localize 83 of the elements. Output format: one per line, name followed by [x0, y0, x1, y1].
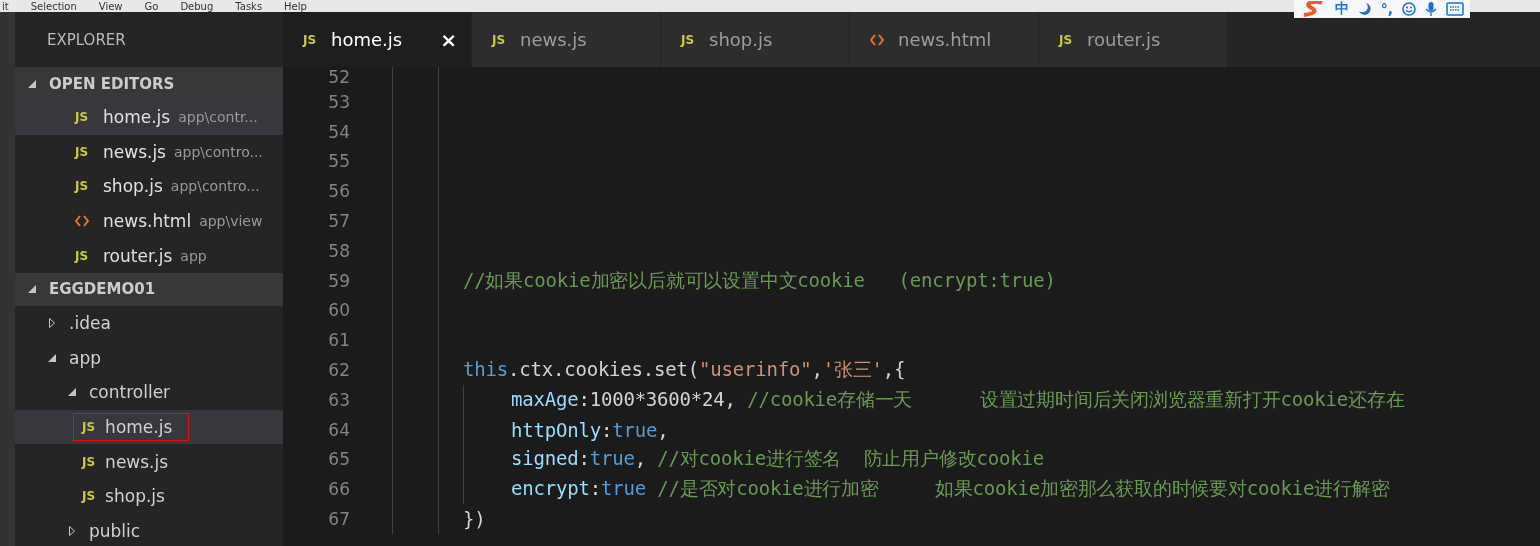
- line-number: 61: [327, 330, 350, 351]
- tree-item[interactable]: public: [15, 513, 283, 546]
- line-number: 55: [327, 151, 350, 172]
- keyboard-icon[interactable]: [1446, 2, 1464, 16]
- js-file-icon: JS: [681, 33, 695, 46]
- js-file-icon: JS: [82, 490, 96, 503]
- file-label: JS news.js: [80, 450, 170, 474]
- line-number: 64: [327, 419, 350, 440]
- collapsed-triangle-icon[interactable]: [69, 525, 75, 536]
- code-line: encrypt:true //是否对cookie进行加密 如果cookie加密那么获取的时候要对cookie进行解密: [511, 476, 1390, 502]
- menu-item[interactable]: View: [98, 1, 123, 12]
- menu-item[interactable]: it: [2, 1, 9, 12]
- menu-item[interactable]: Help: [284, 1, 307, 12]
- js-file-icon: JS: [492, 33, 506, 46]
- line-number: 66: [327, 479, 350, 500]
- open-editor-item[interactable]: news.html app\view: [15, 203, 283, 239]
- punctuation-label[interactable]: °,: [1380, 1, 1393, 17]
- editor-tab[interactable]: JS news.js: [472, 12, 661, 67]
- collapsed-triangle-icon[interactable]: [49, 318, 55, 329]
- moon-icon[interactable]: [1357, 2, 1372, 16]
- folder-name: public: [89, 520, 141, 541]
- line-number: 63: [327, 389, 350, 410]
- menu-item[interactable]: Selection: [30, 1, 77, 12]
- line-number: 59: [327, 270, 350, 291]
- file-label: JS shop.js: [80, 485, 166, 509]
- editor-tab[interactable]: JS shop.js: [661, 12, 850, 67]
- js-file-icon: JS: [75, 180, 89, 193]
- expanded-triangle-icon[interactable]: [28, 285, 36, 294]
- code-line: this.ctx.cookies.set("userinfo",'张三',{: [463, 357, 906, 383]
- js-file-icon: JS: [1059, 33, 1073, 46]
- open-editor-item[interactable]: JS news.js app\contro...: [15, 134, 283, 170]
- menu-item[interactable]: Tasks: [235, 1, 263, 12]
- microphone-icon[interactable]: [1425, 2, 1437, 16]
- code-line: httpOnly:true,: [511, 418, 669, 441]
- folder-name: .idea: [69, 313, 111, 334]
- line-number: 67: [327, 509, 350, 530]
- editor-tab[interactable]: news.html: [850, 12, 1039, 67]
- line-number: 57: [327, 211, 350, 232]
- js-file-icon: JS: [82, 421, 96, 434]
- menu-item[interactable]: Go: [144, 1, 159, 12]
- input-mode-label[interactable]: 中: [1334, 0, 1349, 18]
- expanded-triangle-icon[interactable]: [48, 353, 56, 362]
- folder-name: app: [69, 347, 101, 368]
- js-file-icon: JS: [75, 249, 89, 262]
- open-editor-item[interactable]: JS router.js app: [15, 238, 283, 273]
- line-number: 62: [327, 360, 350, 381]
- close-icon[interactable]: ×: [440, 27, 457, 52]
- expanded-triangle-icon[interactable]: [28, 79, 36, 88]
- editor-tab[interactable]: JS home.js ×: [283, 12, 472, 67]
- file-label: JS home.js: [73, 413, 190, 442]
- code-line: }): [463, 508, 486, 531]
- js-file-icon: JS: [303, 33, 317, 46]
- line-number: 65: [327, 449, 350, 470]
- code-brackets-icon: [870, 33, 884, 46]
- tree-item[interactable]: .idea: [15, 305, 283, 341]
- folder-name: controller: [89, 382, 171, 403]
- editor-tab[interactable]: JS router.js: [1039, 12, 1228, 67]
- line-number: 58: [327, 240, 350, 261]
- line-number: 56: [327, 181, 350, 202]
- open-editor-item[interactable]: JS shop.js app\contro...: [15, 169, 283, 204]
- section-header[interactable]: OPEN EDITORS: [15, 67, 283, 100]
- open-editor-item[interactable]: JS home.js app\contr...: [15, 100, 283, 135]
- js-file-icon: JS: [82, 455, 96, 468]
- js-file-icon: JS: [75, 111, 89, 124]
- sidebar-title: EXPLORER: [46, 29, 127, 51]
- line-number: 53: [327, 91, 350, 112]
- smiley-icon[interactable]: [1402, 2, 1416, 16]
- line-number: 52: [327, 67, 350, 87]
- tree-item[interactable]: JS home.js: [15, 409, 283, 445]
- tree-item[interactable]: controller: [15, 375, 283, 410]
- code-brackets-icon: [75, 215, 89, 228]
- line-number: 60: [327, 300, 350, 321]
- line-number: 54: [327, 121, 350, 142]
- menu-item[interactable]: Debug: [180, 1, 214, 12]
- tree-item[interactable]: app: [15, 340, 283, 376]
- code-line: maxAge:1000*3600*24, //cookie存储一天 设置过期时间后关闭浏览器重新打开cookie还存在: [511, 386, 1405, 412]
- js-file-icon: JS: [75, 145, 89, 158]
- tree-item[interactable]: JS shop.js: [15, 478, 283, 514]
- code-line: //如果cookie加密以后就可以设置中文cookie (encrypt:true): [463, 267, 1056, 293]
- code-line: signed:true, //对cookie进行签名 防止用户修改cookie: [511, 446, 1044, 472]
- section-header[interactable]: EGGDEMO01: [15, 272, 283, 306]
- expanded-triangle-icon[interactable]: [68, 388, 76, 397]
- tree-item[interactable]: JS news.js: [15, 444, 283, 479]
